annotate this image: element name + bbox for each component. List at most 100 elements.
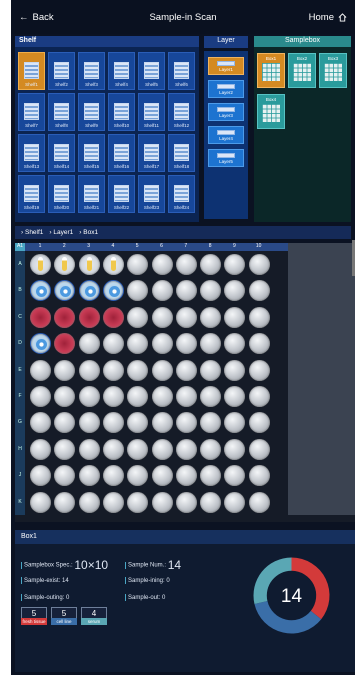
sample-well-empty[interactable] bbox=[248, 412, 270, 434]
sample-well-cell[interactable] bbox=[30, 280, 51, 302]
sample-well-empty[interactable] bbox=[127, 359, 149, 381]
shelf-item[interactable]: Shelf4 bbox=[108, 52, 135, 90]
sample-well-empty[interactable] bbox=[54, 491, 76, 513]
back-button[interactable]: ← Back bbox=[19, 12, 54, 23]
sample-well-empty[interactable] bbox=[78, 412, 100, 434]
breadcrumb-item[interactable]: › Layer1 bbox=[49, 229, 73, 236]
shelf-item[interactable]: Shelf24 bbox=[168, 175, 195, 213]
sample-well-empty[interactable] bbox=[102, 465, 124, 487]
sample-well-empty[interactable] bbox=[78, 438, 100, 460]
sample-well-empty[interactable] bbox=[54, 438, 76, 460]
sample-well-empty[interactable] bbox=[151, 491, 173, 513]
sample-well-empty[interactable] bbox=[127, 438, 149, 460]
sample-well-empty[interactable] bbox=[248, 359, 270, 381]
sample-well-empty[interactable] bbox=[127, 465, 149, 487]
sample-well-empty[interactable] bbox=[30, 412, 51, 434]
sample-well-cell[interactable] bbox=[30, 333, 51, 355]
sample-well-empty[interactable] bbox=[224, 386, 246, 407]
sample-well-empty[interactable] bbox=[78, 386, 100, 407]
sample-well-empty[interactable] bbox=[175, 306, 197, 328]
sample-well-empty[interactable] bbox=[102, 491, 124, 513]
sample-well-empty[interactable] bbox=[127, 491, 149, 513]
sample-well-empty[interactable] bbox=[224, 333, 246, 355]
sample-well-empty[interactable] bbox=[127, 333, 149, 355]
sample-well-empty[interactable] bbox=[200, 359, 222, 381]
sample-well-empty[interactable] bbox=[200, 280, 222, 302]
samplebox-item[interactable]: Box3 bbox=[319, 53, 347, 88]
sample-well-empty[interactable] bbox=[224, 412, 246, 434]
sample-well-empty[interactable] bbox=[224, 491, 246, 513]
sample-well-empty[interactable] bbox=[248, 306, 270, 328]
shelf-item[interactable]: Shelf1 bbox=[18, 52, 45, 90]
shelf-item[interactable]: Shelf10 bbox=[108, 93, 135, 131]
shelf-item[interactable]: Shelf19 bbox=[18, 175, 45, 213]
sample-well-empty[interactable] bbox=[127, 306, 149, 328]
shelf-item[interactable]: Shelf17 bbox=[138, 134, 165, 172]
sample-well-empty[interactable] bbox=[248, 465, 270, 487]
sample-well-empty[interactable] bbox=[248, 254, 270, 275]
layer-item[interactable]: Layer4 bbox=[208, 126, 244, 144]
sample-well-empty[interactable] bbox=[175, 465, 197, 487]
shelf-item[interactable]: Shelf12 bbox=[168, 93, 195, 131]
sample-well-tube[interactable] bbox=[54, 254, 76, 275]
sample-well-tissue[interactable] bbox=[54, 306, 76, 328]
sample-well-empty[interactable] bbox=[224, 465, 246, 487]
sample-well-empty[interactable] bbox=[78, 359, 100, 381]
sample-well-empty[interactable] bbox=[54, 465, 76, 487]
shelf-item[interactable]: Shelf2 bbox=[48, 52, 75, 90]
sample-well-empty[interactable] bbox=[175, 333, 197, 355]
sample-well-tissue[interactable] bbox=[102, 306, 124, 328]
sample-well-empty[interactable] bbox=[54, 359, 76, 381]
sample-well-empty[interactable] bbox=[224, 359, 246, 381]
sample-well-empty[interactable] bbox=[175, 412, 197, 434]
sample-well-empty[interactable] bbox=[175, 386, 197, 407]
sample-well-empty[interactable] bbox=[248, 280, 270, 302]
sample-well-empty[interactable] bbox=[200, 491, 222, 513]
shelf-item[interactable]: Shelf5 bbox=[138, 52, 165, 90]
sample-well-empty[interactable] bbox=[30, 386, 51, 407]
sample-well-empty[interactable] bbox=[200, 306, 222, 328]
sample-well-empty[interactable] bbox=[200, 333, 222, 355]
sample-well-empty[interactable] bbox=[200, 438, 222, 460]
sample-well-empty[interactable] bbox=[248, 333, 270, 355]
sample-well-empty[interactable] bbox=[200, 386, 222, 407]
shelf-item[interactable]: Shelf13 bbox=[18, 134, 45, 172]
sample-well-empty[interactable] bbox=[151, 386, 173, 407]
sample-well-empty[interactable] bbox=[78, 465, 100, 487]
sample-well-empty[interactable] bbox=[54, 386, 76, 407]
sample-well-empty[interactable] bbox=[151, 333, 173, 355]
sample-well-empty[interactable] bbox=[54, 412, 76, 434]
layer-item[interactable]: Layer3 bbox=[208, 103, 244, 121]
sample-well-empty[interactable] bbox=[151, 465, 173, 487]
sample-well-empty[interactable] bbox=[102, 359, 124, 381]
shelf-item[interactable]: Shelf8 bbox=[48, 93, 75, 131]
shelf-item[interactable]: Shelf6 bbox=[168, 52, 195, 90]
sample-well-empty[interactable] bbox=[224, 306, 246, 328]
sample-well-empty[interactable] bbox=[102, 412, 124, 434]
sample-well-empty[interactable] bbox=[248, 386, 270, 407]
sample-well-empty[interactable] bbox=[151, 438, 173, 460]
sample-well-empty[interactable] bbox=[78, 333, 100, 355]
sample-well-tube[interactable] bbox=[102, 254, 124, 275]
shelf-item[interactable]: Shelf3 bbox=[78, 52, 105, 90]
shelf-item[interactable]: Shelf23 bbox=[138, 175, 165, 213]
shelf-item[interactable]: Shelf20 bbox=[48, 175, 75, 213]
shelf-item[interactable]: Shelf15 bbox=[78, 134, 105, 172]
sample-well-empty[interactable] bbox=[102, 386, 124, 407]
layer-item[interactable]: Layer2 bbox=[208, 80, 244, 98]
sample-well-tube[interactable] bbox=[78, 254, 100, 275]
sample-well-empty[interactable] bbox=[127, 412, 149, 434]
sample-well-empty[interactable] bbox=[224, 438, 246, 460]
sample-well-empty[interactable] bbox=[248, 491, 270, 513]
sample-well-empty[interactable] bbox=[30, 359, 51, 381]
shelf-item[interactable]: Shelf22 bbox=[108, 175, 135, 213]
sample-well-empty[interactable] bbox=[175, 254, 197, 275]
sample-well-cell[interactable] bbox=[102, 280, 124, 302]
sample-well-empty[interactable] bbox=[102, 333, 124, 355]
samplebox-item[interactable]: Box2 bbox=[288, 53, 316, 88]
sample-well-empty[interactable] bbox=[78, 491, 100, 513]
sample-well-empty[interactable] bbox=[151, 359, 173, 381]
sample-well-empty[interactable] bbox=[127, 280, 149, 302]
sample-well-tube[interactable] bbox=[30, 254, 51, 275]
samplebox-item[interactable]: Box1 bbox=[257, 53, 285, 88]
